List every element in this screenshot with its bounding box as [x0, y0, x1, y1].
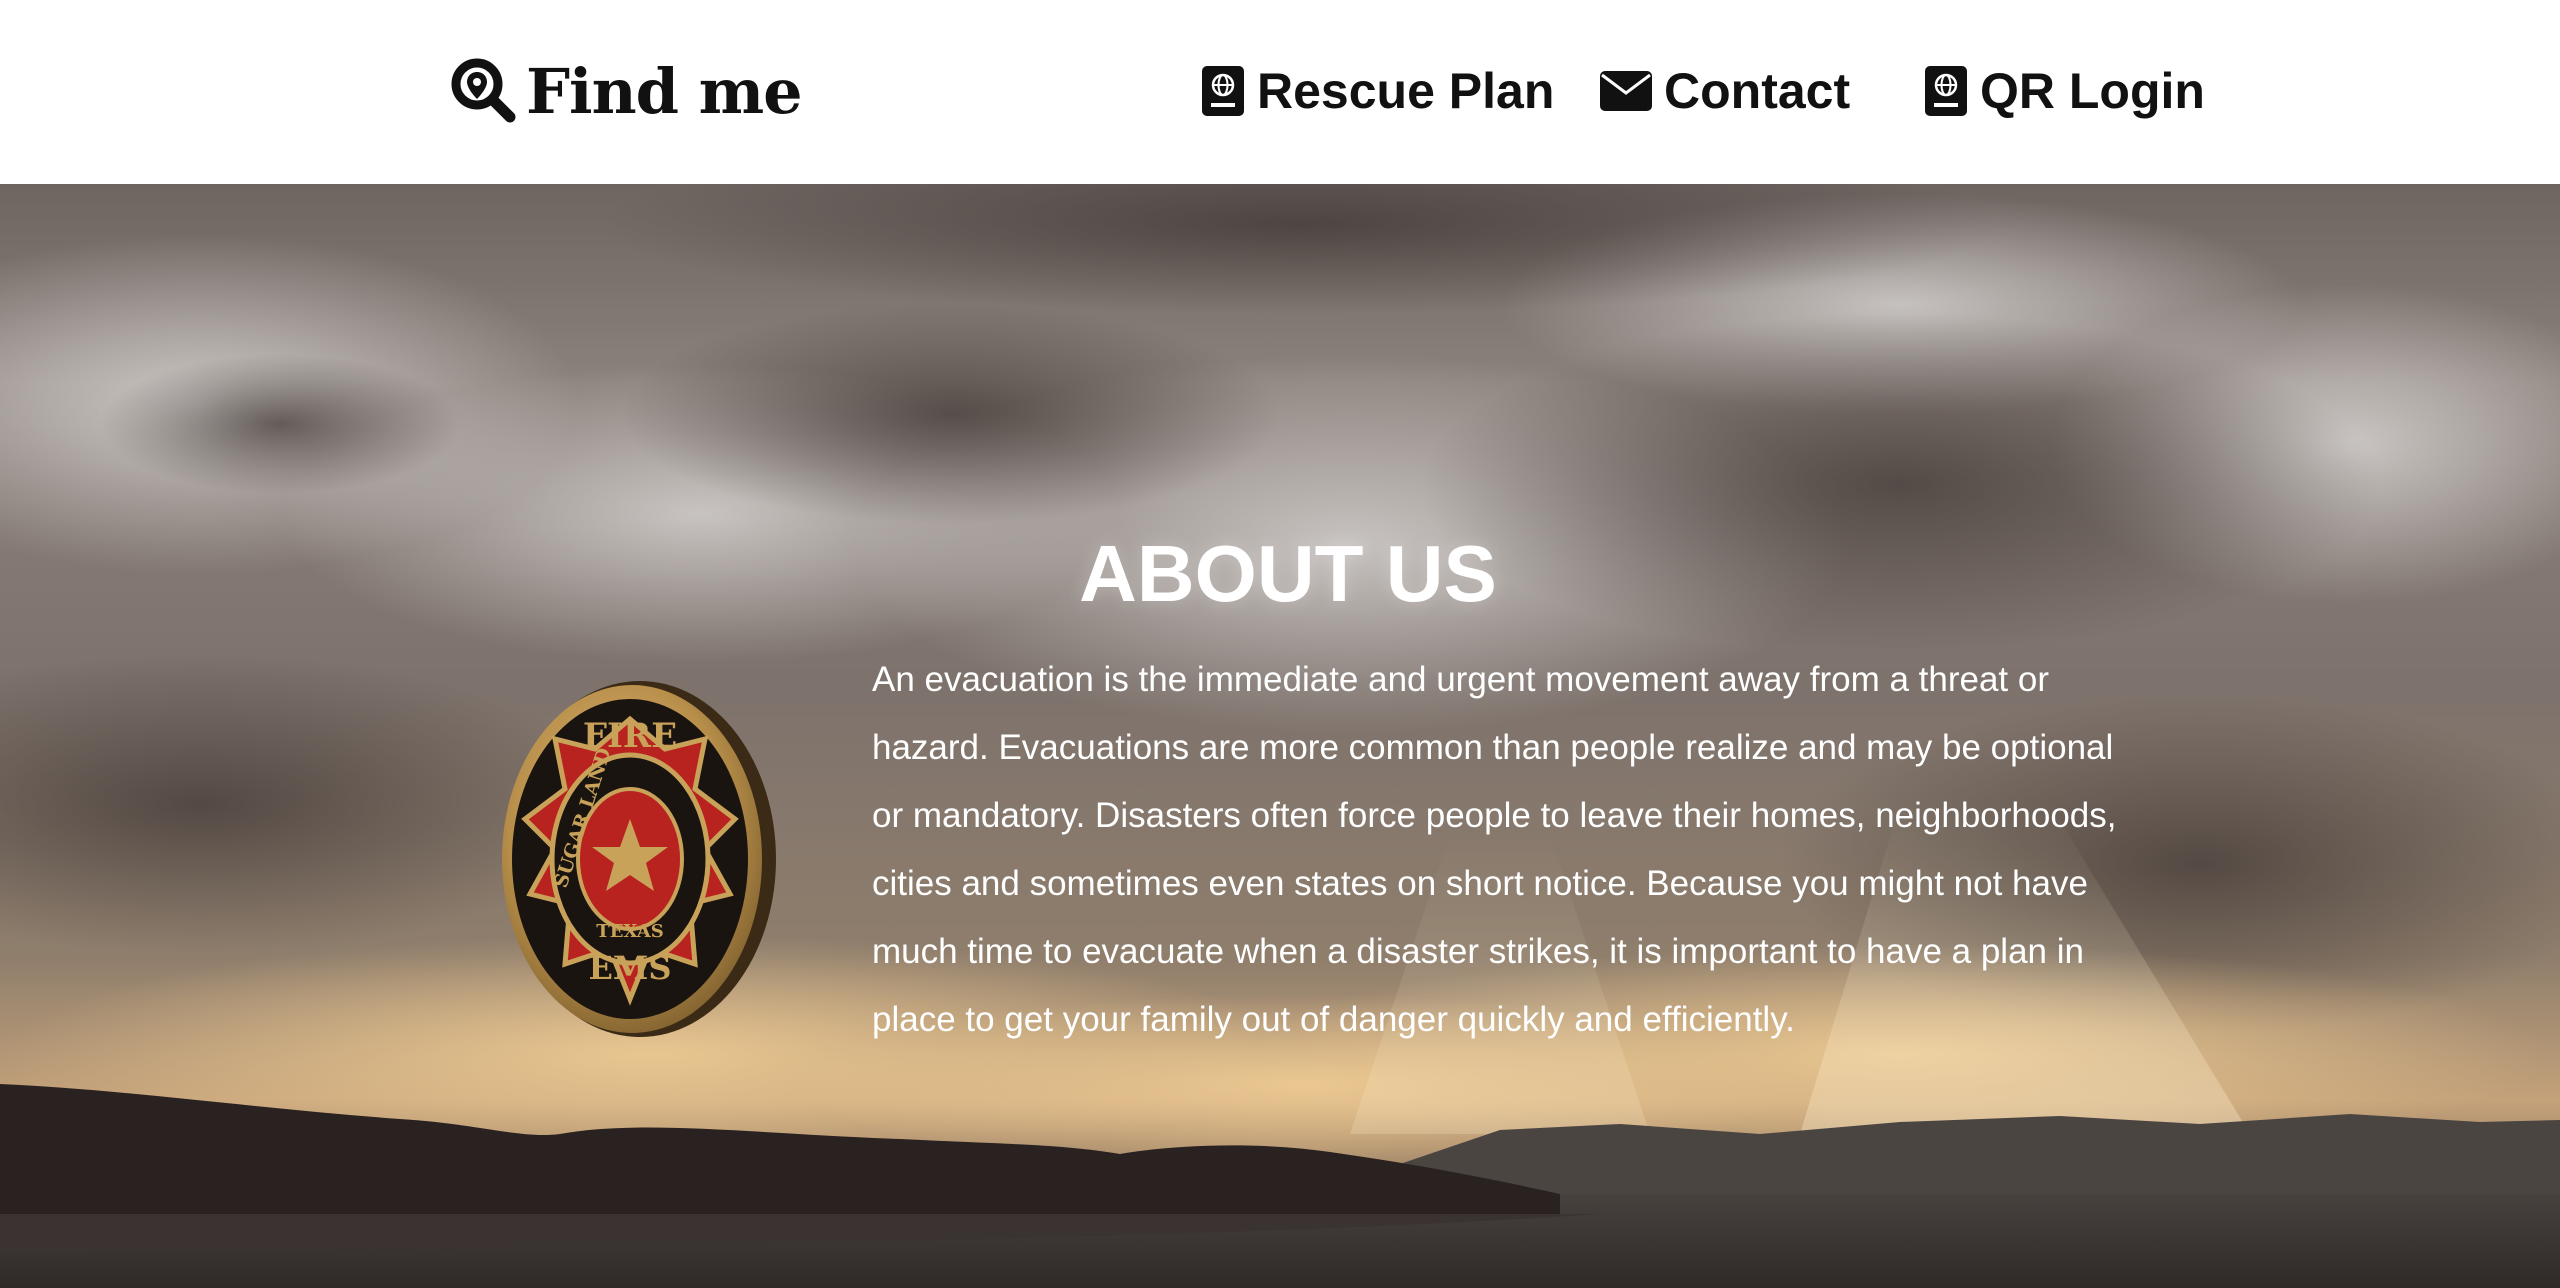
about-description: An evacuation is the immediate and urgen…: [872, 660, 2117, 1039]
nav-qr-login-label: QR Login: [1980, 63, 2205, 119]
passport-icon: [1924, 65, 1968, 117]
nav-contact-label: Contact: [1664, 63, 1851, 119]
fire-ems-badge-logo: FIRE EMS TEXAS SUGAR LAND: [502, 681, 776, 1037]
about-title: ABOUT US: [1079, 529, 1497, 618]
nav-rescue-plan[interactable]: Rescue Plan: [1201, 58, 1554, 124]
nav-qr-login[interactable]: QR Login: [1924, 58, 2205, 124]
site-header: Find me Rescue Plan Contact QR Login: [0, 0, 2560, 184]
envelope-icon: [1600, 71, 1652, 111]
nav-rescue-plan-label: Rescue Plan: [1257, 63, 1555, 119]
about-hero-section: ABOUT US An evacuation is the immediate …: [0, 184, 2560, 1288]
brand-label: Find me: [526, 55, 803, 128]
search-location-icon: [450, 57, 516, 128]
brand-link[interactable]: Find me: [450, 54, 803, 130]
passport-icon: [1201, 65, 1245, 117]
badge-state-text: TEXAS: [596, 921, 663, 942]
nav-contact[interactable]: Contact: [1600, 58, 1850, 124]
badge-bottom-text: EMS: [589, 949, 672, 987]
